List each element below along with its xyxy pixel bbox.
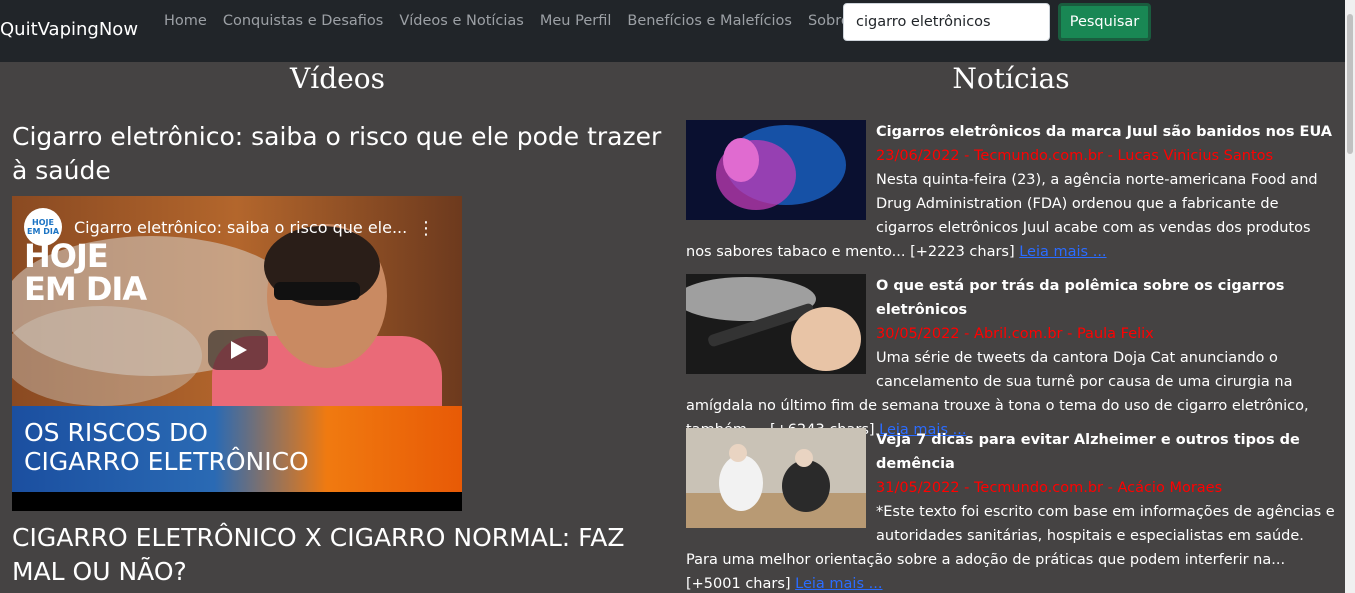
nav-link-home[interactable]: Home xyxy=(164,13,207,33)
video-heading: CIGARRO ELETRÔNICO X CIGARRO NORMAL: FAZ… xyxy=(12,523,625,586)
read-more-link[interactable]: Leia mais ... xyxy=(795,576,882,592)
search-button[interactable]: Pesquisar xyxy=(1058,3,1151,41)
video-player-title[interactable]: Cigarro eletrônico: saiba o risco que el… xyxy=(74,218,407,237)
nav-link-beneficios[interactable]: Benefícios e Malefícios xyxy=(627,13,792,33)
video-player[interactable]: HOJE EM DIA Cigarro eletrônico: saiba o … xyxy=(12,196,462,511)
more-options-icon[interactable]: ⋮ xyxy=(417,218,435,239)
nav-link-videos-noticias[interactable]: Vídeos e Notícias xyxy=(399,13,524,33)
news-item: O que está por trás da polêmica sobre os… xyxy=(686,274,1338,442)
nav-link-meu-perfil[interactable]: Meu Perfil xyxy=(540,13,612,33)
brand-link[interactable]: QuitVapingNow xyxy=(0,19,138,40)
navbar: QuitVapingNow Home Conquistas e Desafios… xyxy=(0,0,1355,62)
news-image[interactable] xyxy=(686,428,866,528)
thumbnail-overlay-bottom: OS RISCOS DO CIGARRO ELETRÔNICO xyxy=(24,418,309,476)
news-section-title: Notícias xyxy=(952,62,1070,95)
news-item: Veja 7 dicas para evitar Alzheimer e out… xyxy=(686,428,1338,593)
play-icon[interactable] xyxy=(208,330,268,370)
video-heading: Cigarro eletrônico: saiba o risco que el… xyxy=(12,122,662,185)
news-image[interactable] xyxy=(686,274,866,374)
nav-links: Home Conquistas e Desafios Vídeos e Notí… xyxy=(164,13,866,33)
news-item: Cigarros eletrônicos da marca Juul são b… xyxy=(686,120,1338,264)
search-input[interactable] xyxy=(843,3,1050,41)
scrollbar-thumb[interactable] xyxy=(1347,14,1353,154)
thumbnail-overlay-top: HOJE EM DIA xyxy=(24,237,147,308)
read-more-link[interactable]: Leia mais ... xyxy=(1019,244,1106,260)
nav-link-conquistas[interactable]: Conquistas e Desafios xyxy=(223,13,384,33)
news-image[interactable] xyxy=(686,120,866,220)
videos-section-title: Vídeos xyxy=(290,62,385,95)
